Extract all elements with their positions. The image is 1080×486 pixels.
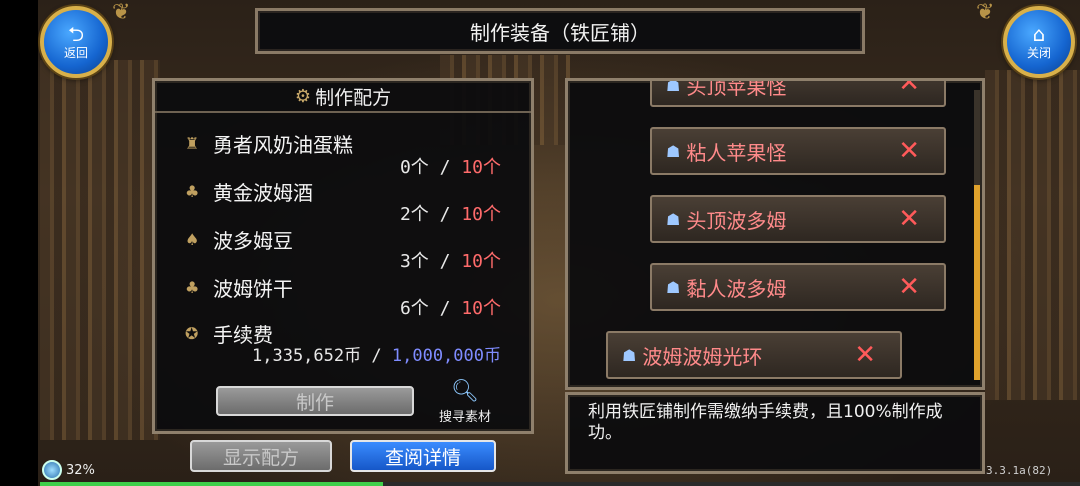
back-button[interactable]: ⮌ 返回 (40, 6, 112, 78)
left-edge (0, 0, 38, 486)
equipment-list-panel: ☗ 头顶苹果怪 ✕ ☗ 粘人苹果怪 ✕ ☗ 头顶波多姆 ✕ ☗ 黏人波多姆 ✕ … (565, 78, 985, 390)
unavailable-x-icon: ✕ (898, 78, 920, 98)
material-sep: / (439, 204, 451, 225)
list-item-label: 头顶苹果怪 (686, 78, 787, 99)
material-name-text: 波多姆豆 (213, 229, 293, 253)
bottle-icon: ♣ (185, 182, 200, 201)
show-recipe-button[interactable]: 显示配方 (190, 440, 332, 472)
material-count: 6个 / 10个 (400, 294, 501, 320)
material-count: 2个 / 10个 (400, 200, 501, 226)
hat-icon: ☗ (666, 209, 681, 229)
list-item[interactable]: ☗ 头顶波多姆 ✕ (650, 195, 946, 243)
fee-need: 1,000,000币 (391, 346, 501, 366)
biscuit-icon: ♣ (185, 278, 200, 297)
close-label: 关闭 (1026, 45, 1051, 60)
show-recipe-label: 显示配方 (222, 446, 299, 469)
recipe-scroll-icon: ⚙ (294, 85, 312, 107)
list-item-selected[interactable]: ☗ 波姆波姆光环 ✕ (606, 331, 902, 379)
material-have: 0个 (399, 157, 429, 178)
view-details-label: 查阅详情 (384, 446, 461, 469)
material-name-text: 黄金波姆酒 (213, 181, 313, 205)
unavailable-x-icon: ✕ (898, 136, 920, 166)
fee-count: 1,335,652币 / 1,000,000币 (252, 341, 501, 366)
material-need: 10个 (461, 157, 501, 178)
list-item-label: 头顶波多姆 (686, 208, 787, 233)
material-sep: / (439, 251, 451, 272)
material-name: ♣ 黄金波姆酒 (185, 177, 313, 206)
material-name: ♠ 波多姆豆 (185, 225, 293, 254)
material-need: 10个 (461, 298, 501, 319)
home-icon: ⌂ (1032, 21, 1046, 46)
material-sep: / (439, 298, 451, 319)
list-item-label: 黏人波多姆 (686, 276, 787, 301)
bean-icon: ♠ (185, 230, 200, 249)
material-need: 10个 (461, 251, 501, 272)
material-count: 0个 / 10个 (400, 153, 501, 179)
battery-status: 32% (42, 460, 95, 480)
material-name-text: 勇者风奶油蛋糕 (213, 133, 353, 157)
magnifier-icon: 🔍︎ (451, 379, 479, 404)
bookshelf-right (985, 70, 1080, 400)
recipe-heading-text: 制作配方 (315, 86, 392, 109)
make-label: 制作 (295, 391, 334, 414)
material-count: 3个 / 10个 (400, 247, 501, 273)
list-item-label: 波姆波姆光环 (642, 344, 763, 369)
list-item[interactable]: ☗ 黏人波多姆 ✕ (650, 263, 946, 311)
recipe-heading: ⚙ 制作配方 (155, 81, 531, 113)
cake-icon: ♜ (185, 134, 200, 153)
scrollbar-thumb[interactable] (974, 185, 980, 380)
list-item-label: 粘人苹果怪 (686, 140, 787, 165)
description-text: 利用铁匠铺制作需缴纳手续费，且100%制作成功。 (588, 402, 943, 443)
material-name-text: 波姆饼干 (213, 277, 293, 301)
back-label: 返回 (63, 45, 88, 60)
make-button[interactable]: 制作 (216, 386, 414, 416)
list-scrollbar[interactable] (974, 90, 980, 380)
material-have: 6个 (399, 298, 429, 319)
page-title-text: 制作装备（铁匠铺） (470, 20, 650, 45)
hat-icon: ☗ (666, 277, 681, 297)
material-have: 2个 (399, 204, 429, 225)
bookshelf-left (40, 60, 160, 440)
page-title: 制作装备（铁匠铺） (255, 8, 865, 54)
hat-icon: ☗ (666, 141, 681, 161)
material-name: ♜ 勇者风奶油蛋糕 (185, 129, 353, 158)
hat-icon: ☗ (666, 78, 681, 95)
view-details-button[interactable]: 查阅详情 (350, 440, 496, 472)
version-label: 3.3.1a(82) (986, 464, 1053, 477)
close-button[interactable]: ⌂ 关闭 (1003, 6, 1075, 78)
hat-icon: ☗ (622, 345, 637, 365)
battery-orb-icon (42, 460, 62, 480)
unavailable-x-icon: ✕ (898, 272, 920, 302)
back-arrow-icon: ⮌ (67, 21, 85, 46)
fee-sep: / (371, 346, 382, 366)
material-sep: / (439, 157, 451, 178)
ornament-right-icon: ❦ (976, 0, 995, 25)
list-item[interactable]: ☗ 粘人苹果怪 ✕ (650, 127, 946, 175)
search-materials-button[interactable]: 🔍︎ 搜寻素材 (433, 378, 497, 428)
material-have: 3个 (399, 251, 429, 272)
search-label: 搜寻素材 (438, 410, 491, 425)
progress-bar (40, 482, 1080, 486)
ornament-left-icon: ❦ (112, 0, 131, 25)
fee-have: 1,335,652币 (252, 346, 362, 366)
material-name: ♣ 波姆饼干 (185, 273, 293, 302)
coins-icon: ✪ (185, 324, 199, 343)
list-item[interactable]: ☗ 头顶苹果怪 ✕ (650, 78, 946, 107)
battery-text: 32% (66, 462, 95, 478)
unavailable-x-icon: ✕ (854, 340, 876, 370)
material-need: 10个 (461, 204, 501, 225)
unavailable-x-icon: ✕ (898, 204, 920, 234)
progress-fill (40, 482, 384, 486)
